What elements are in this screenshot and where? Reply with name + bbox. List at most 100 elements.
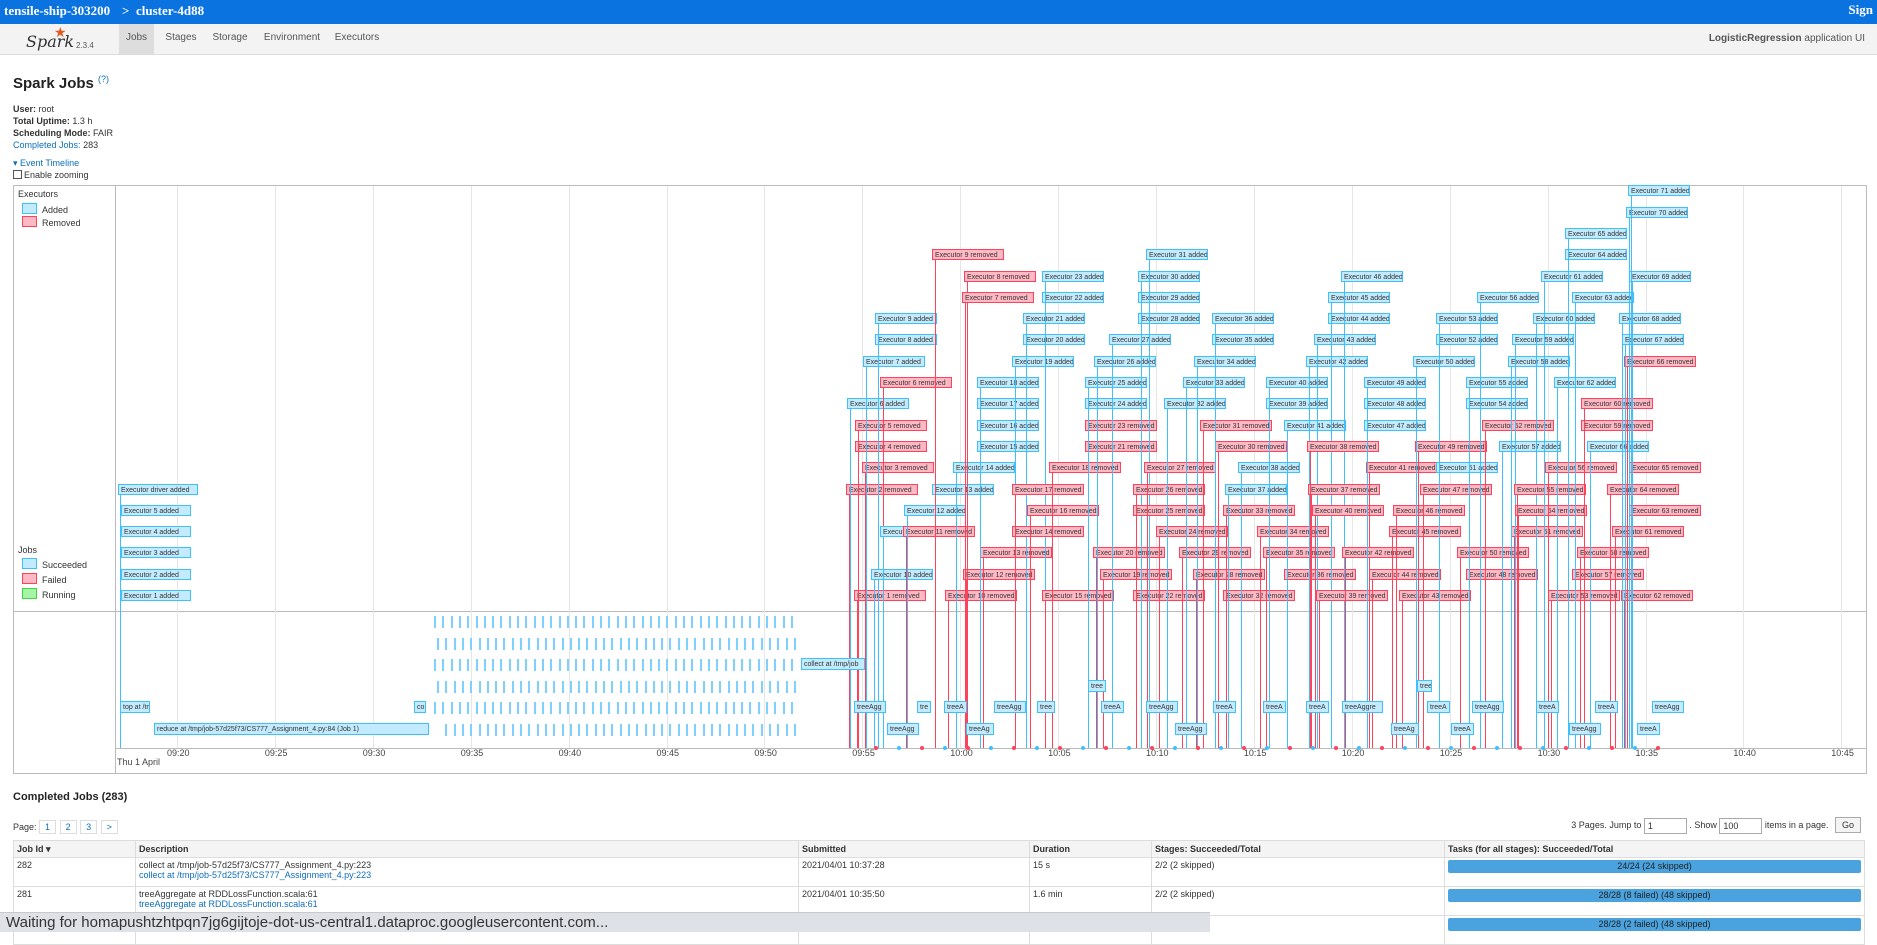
executor-removed-item[interactable]: Executor 9 removed (932, 249, 1004, 261)
executor-added-item[interactable]: Executor 63 added (1572, 291, 1634, 303)
executor-added-item[interactable]: Executor 61 added (1541, 270, 1603, 282)
job-bar[interactable] (475, 659, 478, 671)
job-bar[interactable] (553, 723, 556, 736)
job-bar[interactable] (550, 659, 553, 671)
executor-added-item[interactable]: Executor 71 added (1628, 185, 1690, 197)
job-bar[interactable] (777, 723, 780, 736)
executor-removed-item[interactable]: Executor 8 removed (964, 270, 1036, 282)
job-bar[interactable] (719, 723, 722, 736)
executor-added-item[interactable]: Executor 10 added (871, 568, 933, 580)
page-3-link[interactable]: 3 (80, 820, 98, 834)
job-bar[interactable] (785, 680, 788, 693)
event-timeline-toggle[interactable]: ▾ Event Timeline (13, 158, 79, 169)
job-bar[interactable] (677, 637, 680, 650)
executor-added-item[interactable]: Executor 50 added (1413, 355, 1475, 367)
job-bar[interactable] (674, 616, 677, 628)
executor-added-item[interactable]: Executor 53 added (1436, 313, 1498, 325)
executor-added-item[interactable]: Executor 8 added (875, 334, 937, 346)
job-bar[interactable] (686, 637, 688, 650)
tab-storage[interactable]: Storage (208, 24, 252, 54)
job-bar[interactable] (749, 659, 752, 671)
job-bar[interactable] (500, 616, 503, 628)
job-item-treeaggregate[interactable]: treeA (1536, 701, 1559, 713)
go-button[interactable]: Go (1834, 817, 1861, 833)
job-bar[interactable] (636, 680, 639, 693)
job-bar[interactable] (520, 680, 522, 693)
executor-added-item[interactable]: Executor 57 added (1499, 440, 1561, 452)
executor-removed-item[interactable]: Executor 18 removed (1049, 462, 1121, 474)
executor-added-item[interactable]: Executor 54 added (1466, 398, 1528, 410)
page-1-link[interactable]: 1 (39, 820, 57, 834)
event-timeline-chart[interactable]: Executors Added Removed Jobs Succeeded F… (13, 185, 1867, 774)
job-bar[interactable] (619, 680, 622, 693)
executor-added-item[interactable]: Executor 19 added (1012, 355, 1074, 367)
executor-removed-item[interactable]: Executor 59 removed (1581, 419, 1653, 431)
job-bar[interactable] (553, 680, 556, 693)
job-bar[interactable] (591, 702, 594, 714)
job-bar[interactable] (544, 637, 547, 650)
job-bar[interactable] (550, 616, 553, 628)
job-bar[interactable] (453, 723, 456, 736)
job-bar[interactable] (575, 659, 578, 671)
job-bar[interactable] (608, 616, 611, 628)
job-bar[interactable] (749, 616, 752, 628)
job-bar[interactable] (735, 637, 738, 650)
job-bar[interactable] (627, 723, 630, 736)
job-bar[interactable] (619, 637, 622, 650)
executor-added-item[interactable]: Executor 31 added (1146, 249, 1208, 261)
job-item-treeaggregate[interactable]: treeA (1427, 701, 1450, 713)
job-bar[interactable] (624, 702, 627, 714)
executor-added-item[interactable]: Executor 56 added (1477, 291, 1539, 303)
job-bar[interactable] (766, 616, 768, 628)
job-bar[interactable] (578, 637, 581, 650)
executor-removed-item[interactable]: Executor 41 removed (1366, 462, 1438, 474)
executor-removed-item[interactable]: Executor 58 removed (1577, 547, 1649, 559)
executor-added-item[interactable]: Executor 26 added (1094, 355, 1156, 367)
job-bar[interactable] (707, 616, 710, 628)
job-bar[interactable] (760, 680, 763, 693)
job-bar[interactable] (434, 659, 436, 671)
job-bar[interactable] (774, 659, 777, 671)
executor-removed-item[interactable]: Executor 57 removed (1572, 568, 1644, 580)
executor-removed-item[interactable]: Executor 2 removed (846, 483, 918, 495)
executor-added-item[interactable]: Executor 27 added (1109, 334, 1171, 346)
job-bar[interactable] (769, 723, 771, 736)
job-bar[interactable] (544, 723, 547, 736)
job-item-treeaggregate[interactable]: treeA (1595, 701, 1618, 713)
job-bar[interactable] (649, 616, 652, 628)
executor-removed-item[interactable]: Executor 3 removed (862, 462, 934, 474)
executor-added-item[interactable]: Executor 22 added (1042, 291, 1104, 303)
executor-added-item[interactable]: Executor 16 added (977, 419, 1039, 431)
job-bar[interactable] (710, 680, 713, 693)
job-bar[interactable] (677, 680, 680, 693)
executor-added-item[interactable]: Executor 14 added (953, 462, 1015, 474)
job-bar[interactable] (475, 616, 478, 628)
executor-added-item[interactable]: Executor 69 added (1629, 270, 1691, 282)
job-bar[interactable] (760, 723, 763, 736)
job-item-treeaggregate[interactable]: tree (1037, 701, 1056, 713)
job-bar[interactable] (566, 659, 569, 671)
job-bar[interactable] (644, 637, 647, 650)
executor-removed-item[interactable]: Executor 63 removed (1629, 504, 1701, 516)
job-bar[interactable] (644, 723, 647, 736)
job-bar[interactable] (442, 702, 445, 714)
enable-zooming-checkbox[interactable]: Enable zooming (13, 170, 89, 180)
job-bar[interactable] (437, 680, 439, 693)
job-bar[interactable] (627, 637, 630, 650)
job-bar[interactable] (735, 723, 738, 736)
executor-added-item[interactable]: Executor 39 added (1266, 398, 1328, 410)
job-bar[interactable] (699, 616, 702, 628)
executor-removed-item[interactable]: Executor 44 removed (1369, 568, 1441, 580)
job-bar[interactable] (578, 680, 581, 693)
job-bar[interactable] (583, 616, 586, 628)
job-bar[interactable] (525, 702, 528, 714)
job-bar[interactable] (470, 637, 473, 650)
job-bar[interactable] (741, 616, 744, 628)
job-bar[interactable] (500, 702, 503, 714)
tab-jobs[interactable]: Jobs (119, 24, 154, 54)
job-bar[interactable] (691, 702, 694, 714)
job-bar[interactable] (492, 702, 495, 714)
job-item-treeaggregate[interactable]: treeA (1101, 701, 1124, 713)
job-item-treeaggregate[interactable]: treeAg (1391, 723, 1419, 735)
job-bar[interactable] (575, 702, 578, 714)
